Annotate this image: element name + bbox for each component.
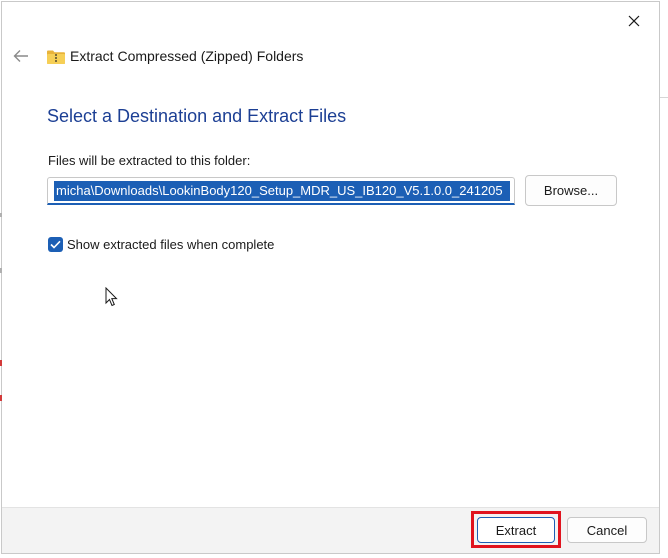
background-edge-mark [0, 360, 2, 366]
browse-button[interactable]: Browse... [525, 175, 617, 206]
checkmark-icon [50, 240, 61, 249]
close-button[interactable] [623, 10, 645, 32]
page-title: Select a Destination and Extract Files [47, 106, 347, 126]
show-files-label: Show extracted files when complete [67, 237, 275, 252]
zipped-folder-icon [47, 50, 65, 64]
background-edge-mark [0, 395, 2, 401]
background-window-edge [660, 97, 668, 98]
cancel-button[interactable]: Cancel [567, 517, 647, 543]
background-edge-mark [0, 268, 2, 273]
back-arrow-icon [13, 50, 28, 62]
destination-path-input[interactable]: micha\Downloads\LookinBody120_Setup_MDR_… [47, 177, 515, 205]
destination-label: Files will be extracted to this folder: [48, 153, 251, 168]
mouse-pointer-icon [105, 287, 118, 307]
show-files-checkbox[interactable] [48, 237, 63, 252]
dialog-header: Extract Compressed (Zipped) Folders [2, 40, 659, 74]
extract-dialog: Extract Compressed (Zipped) Folders Sele… [1, 1, 660, 554]
destination-path-text: micha\Downloads\LookinBody120_Setup_MDR_… [54, 181, 510, 201]
window-title: Extract Compressed (Zipped) Folders [70, 48, 304, 64]
close-icon [628, 15, 640, 27]
back-button[interactable] [10, 45, 32, 67]
background-edge-mark [0, 213, 2, 217]
extract-button[interactable]: Extract [477, 517, 555, 543]
